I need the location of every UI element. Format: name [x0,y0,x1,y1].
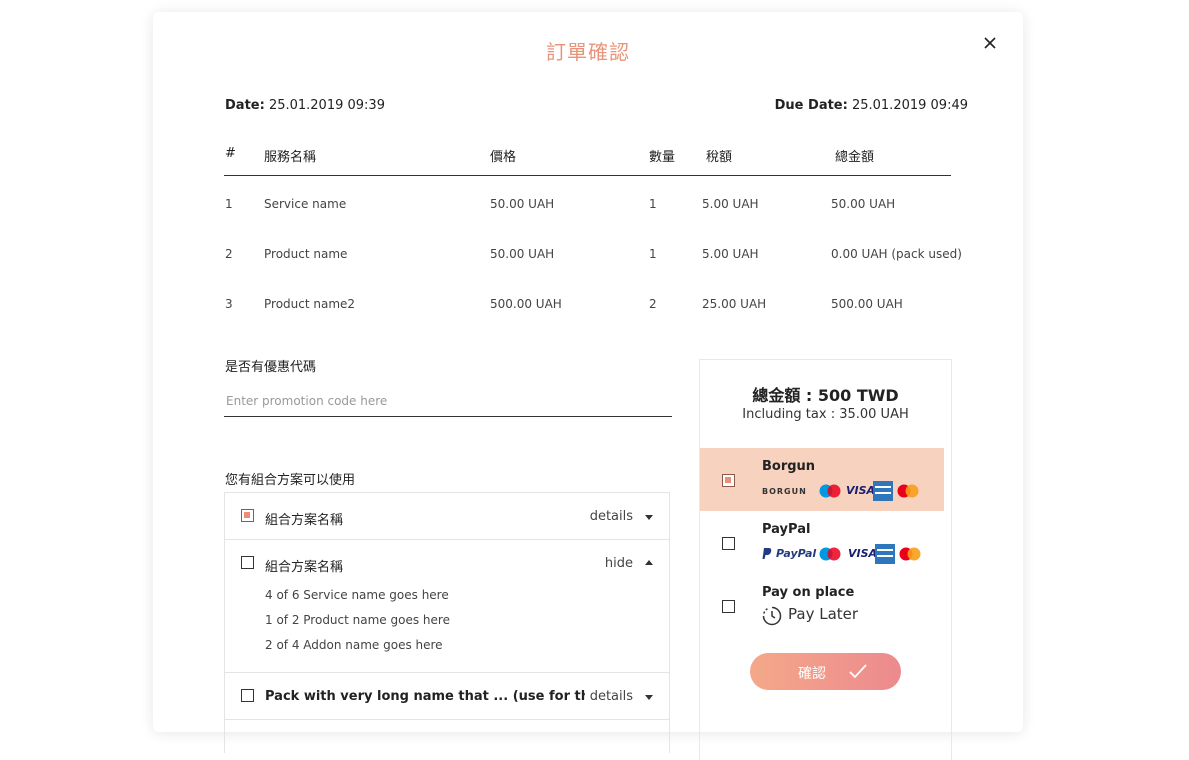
table-row: 3 Product name2 500.00 UAH 2 25.00 UAH 5… [225,297,985,317]
cell-price: 500.00 UAH [490,297,562,311]
package-item[interactable]: 組合方案名稱 hide 4 of 6 Service name goes her… [225,540,669,673]
cell-index: 2 [225,247,233,261]
mastercard-logo [899,547,921,561]
payment-name: Borgun [762,459,816,474]
package-name: 組合方案名稱 [265,513,344,528]
package-detail-line: 2 of 4 Addon name goes here [265,638,443,652]
cell-service-name: Product name [264,247,348,261]
caret-down-icon[interactable] [645,515,653,520]
pay-later-label: Pay Later [788,605,859,623]
caret-up-icon[interactable] [645,560,653,565]
promo-label: 是否有優惠代碼 [225,360,317,375]
summary-total: 總金額 : 500 TWD [752,386,899,405]
date-value: 25.01.2019 09:39 [268,98,385,113]
payment-checkbox[interactable] [722,474,735,487]
header-service-name: 服務名稱 [264,150,317,165]
amex-logo [875,544,895,564]
date-label: Date: [225,98,265,113]
confirm-label: 確認 [798,666,826,682]
package-details-toggle[interactable]: details [590,509,633,524]
close-icon[interactable] [981,34,999,52]
cell-service-name: Service name [264,197,347,211]
cell-total: 50.00 UAH [831,197,896,211]
package-name: 組合方案名稱 [265,560,344,575]
payment-option-pay-on-place[interactable]: Pay on place Pay Later [700,574,944,637]
cell-price: 50.00 UAH [490,247,555,261]
package-checkbox[interactable] [241,689,254,702]
package-hide-toggle[interactable]: hide [605,556,633,571]
visa-logo: VISA [846,484,876,497]
package-checkbox[interactable] [241,556,254,569]
due-date-label: Due Date: [774,98,848,113]
cell-tax: 25.00 UAH [702,297,767,311]
header-quantity: 數量 [649,150,676,165]
payment-checkbox[interactable] [722,537,735,550]
order-summary: 總金額 : 500 TWD Including tax : 35.00 UAH … [699,359,952,760]
payment-checkbox[interactable] [722,600,735,613]
modal-title: 訂單確認 [546,40,630,64]
paypal-icon [762,548,772,559]
cell-quantity: 1 [649,197,657,211]
visa-logo: VISA [848,547,878,560]
cell-total: 0.00 UAH (pack used) [831,247,962,261]
promo-code-input[interactable] [224,386,672,417]
order-confirmation-modal: 訂單確認 Date: 25.01.2019 09:39 Due Date: 25… [153,12,1023,760]
borgun-logo: BORGUN [762,487,807,496]
payment-option-paypal[interactable]: PayPal PayPal VISA [700,511,944,574]
payment-option-borgun[interactable]: Borgun BORGUN VISA [700,448,944,511]
caret-down-icon[interactable] [645,695,653,700]
payment-name: PayPal [762,522,811,537]
package-item[interactable]: 組合方案名稱 details [225,493,669,540]
maestro-logo [819,547,841,561]
packages-label: 您有組合方案可以使用 [225,473,356,488]
due-date: Due Date: 25.01.2019 09:49 [775,98,968,113]
package-detail-line: 1 of 2 Product name goes here [265,613,450,627]
cell-index: 3 [225,297,233,311]
header-tax: 稅額 [706,150,733,165]
maestro-logo [819,484,841,498]
cell-service-name: Product name2 [264,297,356,311]
table-row: 1 Service name 50.00 UAH 1 5.00 UAH 50.0… [225,197,985,217]
payment-name: Pay on place [762,585,855,600]
checkmark-icon [849,664,867,679]
cell-tax: 5.00 UAH [702,197,759,211]
cell-index: 1 [225,197,233,211]
amex-logo [873,481,893,501]
paypal-logo: PayPal [776,547,817,560]
clock-icon [762,606,782,626]
table-row: 2 Product name 50.00 UAH 1 5.00 UAH 0.00… [225,247,985,267]
packages-list: 組合方案名稱 details 組合方案名稱 hide 4 of 6 Servic… [224,492,670,753]
cell-tax: 5.00 UAH [702,247,759,261]
order-date: Date: 25.01.2019 09:39 [225,98,385,113]
cell-quantity: 2 [649,297,657,311]
header-price: 價格 [490,150,517,165]
cell-quantity: 1 [649,247,657,261]
table-divider [224,175,951,176]
header-index: # [225,146,236,161]
header-total: 總金額 [835,150,875,165]
package-detail-line: 4 of 6 Service name goes here [265,588,449,602]
package-checkbox[interactable] [241,509,254,522]
summary-tax: Including tax : 35.00 UAH [742,407,909,422]
mastercard-logo [897,484,919,498]
cell-total: 500.00 UAH [831,297,903,311]
table-header: # 服務名稱 價格 數量 稅額 總金額 [225,146,951,174]
due-date-value: 25.01.2019 09:49 [851,98,968,113]
confirm-button[interactable]: 確認 [750,653,901,690]
cell-price: 50.00 UAH [490,197,555,211]
